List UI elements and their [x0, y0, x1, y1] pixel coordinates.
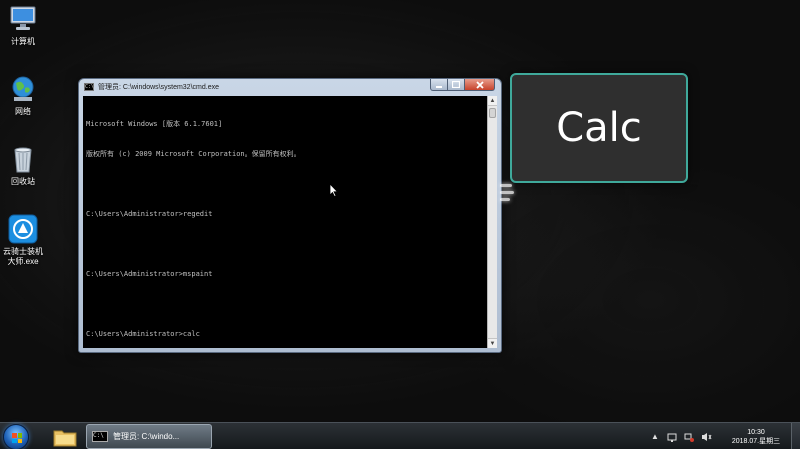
- mouse-cursor-icon: [329, 183, 339, 197]
- calc-overlay-label: Calc: [556, 105, 642, 151]
- calc-overlay-card: Calc: [510, 73, 688, 183]
- desktop-icon-label: 计算机: [11, 37, 35, 46]
- volume-icon[interactable]: [700, 431, 712, 443]
- desktop-icon-recycle-bin[interactable]: 回收站: [0, 144, 46, 187]
- scrollbar-thumb[interactable]: [489, 108, 496, 118]
- cmd-window[interactable]: C:\ 管理员: C:\windows\system32\cmd.exe Mic…: [78, 78, 502, 353]
- cmd-window-title: 管理员: C:\windows\system32\cmd.exe: [98, 84, 219, 91]
- vertical-scrollbar[interactable]: ▲ ▼: [487, 96, 497, 348]
- taskbar-explorer-button[interactable]: [50, 425, 80, 448]
- system-tray: ▲ 10:30 2018.07.星期三: [649, 423, 800, 449]
- cmd-app-icon: C:\: [92, 431, 108, 442]
- computer-icon: [10, 6, 36, 30]
- desktop-icon-network[interactable]: 网络: [0, 74, 46, 117]
- console-line: C:\Users\Administrator>calc: [86, 330, 200, 338]
- minimize-button[interactable]: [430, 79, 448, 91]
- action-center-icon[interactable]: [666, 431, 678, 443]
- windows-logo-icon: [12, 433, 22, 443]
- minimize-icon: [436, 85, 442, 88]
- maximize-button[interactable]: [448, 79, 465, 91]
- console-line: Microsoft Windows [版本 6.1.7601]: [86, 120, 223, 128]
- show-hidden-icons-button[interactable]: ▲: [649, 431, 661, 443]
- cmd-app-icon: C:\: [84, 83, 95, 91]
- close-icon: [475, 80, 484, 89]
- network-tray-icon[interactable]: [683, 431, 695, 443]
- show-desktop-button[interactable]: [791, 423, 800, 449]
- window-controls: [430, 79, 495, 91]
- clock[interactable]: 10:30 2018.07.星期三: [725, 428, 787, 446]
- console-line: C:\Users\Administrator>regedit: [86, 210, 213, 218]
- taskbar-button-label: 管理员: C:\windo...: [113, 432, 180, 441]
- cmd-console[interactable]: Microsoft Windows [版本 6.1.7601] 版权所有 (c)…: [83, 96, 487, 348]
- cloud-knight-app-icon: [8, 214, 38, 244]
- cmd-titlebar[interactable]: C:\ 管理员: C:\windows\system32\cmd.exe: [79, 79, 501, 95]
- console-line: C:\Users\Administrator>mspaint: [86, 270, 213, 278]
- glow-decoration: [500, 182, 518, 202]
- network-icon: [12, 76, 34, 101]
- desktop-icon-label: 网络: [15, 107, 31, 116]
- desktop-icon-cloud-knight[interactable]: 云骑士装机 大师.exe: [0, 214, 46, 267]
- start-button[interactable]: [3, 424, 29, 449]
- recycle-bin-icon: [14, 147, 32, 173]
- taskbar-cmd-button[interactable]: C:\ 管理员: C:\windo...: [86, 424, 212, 449]
- scroll-down-arrow-icon[interactable]: ▼: [488, 338, 497, 348]
- maximize-icon: [452, 81, 460, 88]
- taskbar: C:\ 管理员: C:\windo... ▲ 10:30 2018.07.星期三: [0, 422, 800, 449]
- scroll-up-arrow-icon[interactable]: ▲: [488, 96, 497, 106]
- folder-icon: [53, 430, 77, 446]
- close-button[interactable]: [465, 79, 495, 91]
- clock-date: 2018.07.星期三: [731, 437, 781, 445]
- clock-time: 10:30: [747, 428, 765, 436]
- desktop-icon-label: 云骑士装机 大师.exe: [3, 247, 43, 266]
- desktop-icon-computer[interactable]: 计算机: [0, 4, 46, 47]
- desktop-icon-label: 回收站: [11, 177, 35, 186]
- console-line: 版权所有 (c) 2009 Microsoft Corporation。保留所有…: [86, 150, 301, 158]
